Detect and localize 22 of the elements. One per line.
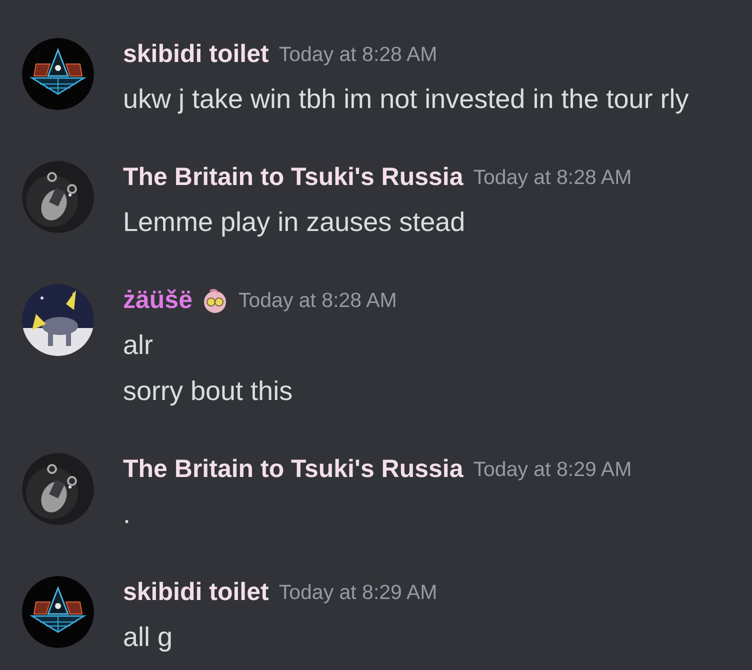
author-name[interactable]: żäüšë	[123, 282, 192, 320]
avatar[interactable]	[22, 38, 94, 110]
timestamp: Today at 8:28 AM	[278, 42, 438, 68]
avatar[interactable]	[22, 453, 94, 525]
message-text: alr	[123, 329, 154, 362]
avatar[interactable]	[22, 576, 94, 648]
author-name[interactable]: The Britain to Tsuki's Russia	[123, 159, 464, 197]
timestamp: Today at 8:28 AM	[473, 164, 632, 191]
timestamp: Today at 8:28 AM	[238, 288, 397, 314]
author-name[interactable]: skibidi toilet	[123, 36, 269, 74]
avatar[interactable]	[22, 161, 94, 233]
message-text: Lemme play in zauses stead	[123, 206, 466, 239]
avatar[interactable]	[22, 284, 94, 356]
message-text: sorry bout this	[123, 375, 294, 408]
role-icon	[202, 288, 228, 314]
message-text: all g	[123, 621, 174, 654]
timestamp: Today at 8:29 AM	[473, 456, 632, 483]
author-name[interactable]: skibidi toilet	[123, 574, 269, 612]
message-text: .	[123, 498, 132, 531]
timestamp: Today at 8:29 AM	[278, 580, 438, 606]
message-text: ukw j take win tbh im not invested in the tour rly	[123, 83, 689, 116]
author-name[interactable]: The Britain to Tsuki's Russia	[123, 451, 464, 489]
